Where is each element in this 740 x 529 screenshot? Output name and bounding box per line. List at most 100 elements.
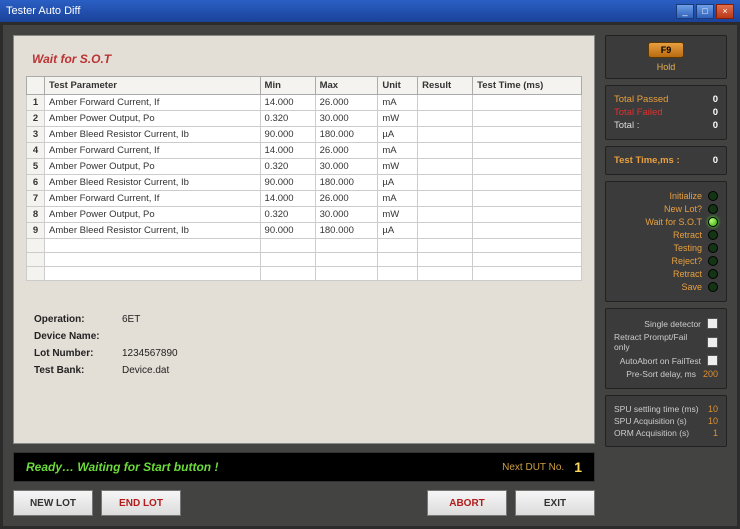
states-box: InitializeNew Lot?Wait for S.O.TRetractT… (605, 181, 727, 302)
presort-delay-value: 200 (702, 369, 718, 379)
cell-result (418, 143, 473, 159)
counts-box: Total Passed0 Total Failed0 Total :0 (605, 85, 727, 140)
col-parameter: Test Parameter (45, 77, 261, 95)
single-detector-label: Single detector (644, 319, 701, 329)
operation-label: Operation: (34, 311, 122, 328)
status-message: Ready… Waiting for Start button ! (26, 460, 502, 474)
col-testtime: Test Time (ms) (473, 77, 582, 95)
testbank-value: Device.dat (122, 365, 169, 376)
state-row: Retract (614, 230, 718, 240)
cell-testtime (473, 111, 582, 127)
table-row: 4 Amber Forward Current, If 14.000 26.00… (27, 143, 582, 159)
abort-button[interactable]: ABORT (427, 490, 507, 516)
rownum: 5 (27, 159, 45, 175)
state-label: Save (681, 282, 702, 292)
col-rownum (27, 77, 45, 95)
col-max: Max (315, 77, 378, 95)
retract-prompt-label: Retract Prompt/Fail only (614, 332, 701, 352)
cell-result (418, 207, 473, 223)
cell-result (418, 191, 473, 207)
cell-result (418, 175, 473, 191)
cell-max: 30.000 (315, 207, 378, 223)
status-bar: Ready… Waiting for Start button ! Next D… (13, 452, 595, 482)
cell-unit: mW (378, 159, 418, 175)
state-label: Reject? (671, 256, 702, 266)
col-min: Min (260, 77, 315, 95)
minimize-button[interactable]: _ (676, 4, 694, 19)
cell-unit: mW (378, 207, 418, 223)
operation-value: 6ET (122, 314, 140, 325)
cell-result (418, 223, 473, 239)
exit-button[interactable]: EXIT (515, 490, 595, 516)
single-detector-checkbox[interactable] (707, 318, 718, 329)
hold-label: Hold (614, 62, 718, 72)
rownum: 3 (27, 127, 45, 143)
retract-prompt-checkbox[interactable] (707, 337, 718, 348)
state-label: New Lot? (664, 204, 702, 214)
cell-min: 90.000 (260, 223, 315, 239)
state-row: Save (614, 282, 718, 292)
hold-button[interactable]: F9 (648, 42, 685, 58)
cell-max: 30.000 (315, 159, 378, 175)
cell-testtime (473, 127, 582, 143)
rownum: 7 (27, 191, 45, 207)
state-led-icon (708, 243, 718, 253)
cell-testtime (473, 159, 582, 175)
state-led-icon (708, 217, 718, 227)
checks-box: Single detector Retract Prompt/Fail only… (605, 308, 727, 389)
cell-max: 180.000 (315, 223, 378, 239)
state-led-icon (708, 282, 718, 292)
passed-value: 0 (713, 94, 718, 105)
state-row: Wait for S.O.T (614, 217, 718, 227)
autoabort-label: AutoAbort on FailTest (620, 356, 701, 366)
state-led-icon (708, 269, 718, 279)
main-panel: Wait for S.O.T Test Parameter Min Max Un… (13, 35, 595, 444)
cell-testtime (473, 95, 582, 111)
col-unit: Unit (378, 77, 418, 95)
right-column: F9 Hold Total Passed0 Total Failed0 Tota… (605, 35, 727, 516)
state-row: Initialize (614, 191, 718, 201)
cell-testtime (473, 143, 582, 159)
orm-acq-value: 1 (713, 428, 718, 438)
state-led-icon (708, 191, 718, 201)
state-row: Reject? (614, 256, 718, 266)
total-label: Total : (614, 120, 639, 131)
parameters-table: Test Parameter Min Max Unit Result Test … (26, 76, 582, 281)
end-lot-button[interactable]: END LOT (101, 490, 181, 516)
rownum: 2 (27, 111, 45, 127)
cell-param: Amber Bleed Resistor Current, Ib (45, 127, 261, 143)
table-row: 9 Amber Bleed Resistor Current, Ib 90.00… (27, 223, 582, 239)
cell-min: 14.000 (260, 95, 315, 111)
cell-param: Amber Bleed Resistor Current, Ib (45, 223, 261, 239)
cell-unit: mA (378, 95, 418, 111)
failed-value: 0 (713, 107, 718, 118)
cell-param: Amber Power Output, Po (45, 159, 261, 175)
passed-label: Total Passed (614, 94, 668, 105)
spu-settling-label: SPU settling time (ms) (614, 404, 699, 414)
state-label: Retract (673, 269, 702, 279)
spi-box: SPU settling time (ms)10 SPU Acquisition… (605, 395, 727, 447)
maximize-button[interactable]: □ (696, 4, 714, 19)
cell-max: 180.000 (315, 175, 378, 191)
cell-testtime (473, 207, 582, 223)
hold-box: F9 Hold (605, 35, 727, 79)
state-led-icon (708, 204, 718, 214)
rownum: 4 (27, 143, 45, 159)
cell-min: 90.000 (260, 127, 315, 143)
cell-param: Amber Bleed Resistor Current, Ib (45, 175, 261, 191)
table-row: 5 Amber Power Output, Po 0.320 30.000 mW (27, 159, 582, 175)
table-row: 7 Amber Forward Current, If 14.000 26.00… (27, 191, 582, 207)
presort-delay-label: Pre-Sort delay, ms (626, 369, 696, 379)
cell-unit: µA (378, 127, 418, 143)
cell-testtime (473, 191, 582, 207)
rownum: 9 (27, 223, 45, 239)
autoabort-checkbox[interactable] (707, 355, 718, 366)
panel-header: Wait for S.O.T (32, 52, 582, 66)
testtime-label: Test Time,ms : (614, 155, 680, 166)
new-lot-button[interactable]: NEW LOT (13, 490, 93, 516)
cell-max: 26.000 (315, 143, 378, 159)
next-dut-value: 1 (574, 459, 582, 475)
orm-acq-label: ORM Acquisition (s) (614, 428, 689, 438)
close-button[interactable]: × (716, 4, 734, 19)
cell-min: 0.320 (260, 159, 315, 175)
